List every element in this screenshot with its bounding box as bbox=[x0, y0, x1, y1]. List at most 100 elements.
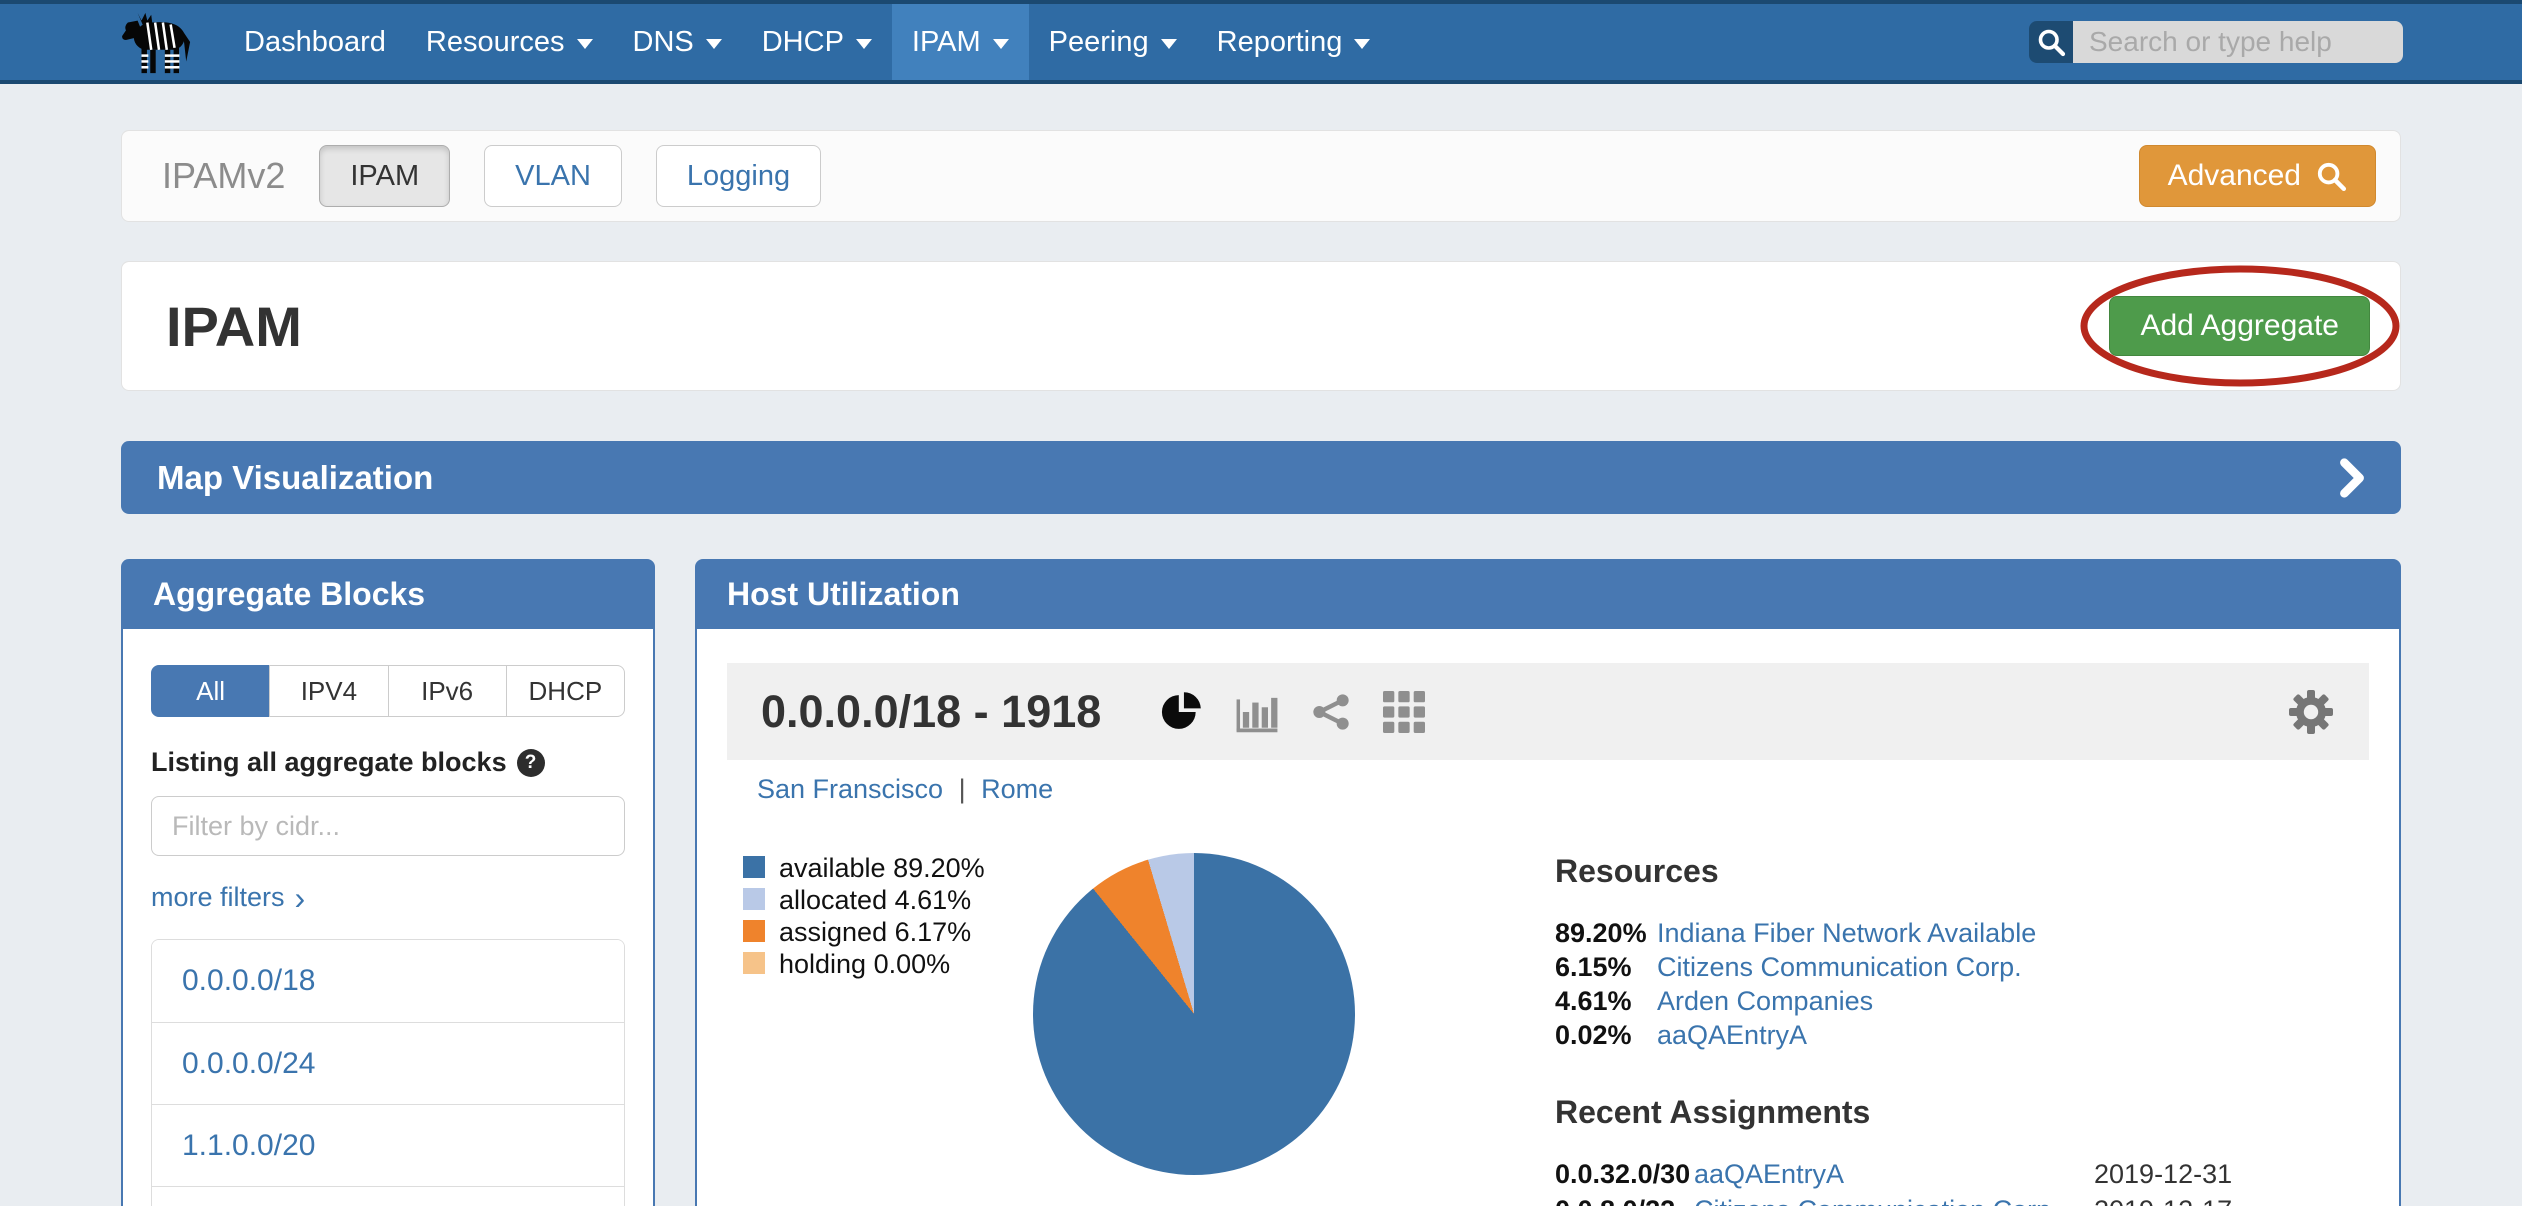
search-icon bbox=[2036, 27, 2066, 57]
block-row[interactable]: 0.0.0.0/18 bbox=[152, 940, 624, 1022]
filter-tab-ipv4[interactable]: IPV4 bbox=[269, 665, 388, 717]
page-title: IPAM bbox=[166, 294, 302, 359]
gear-icon[interactable] bbox=[2287, 688, 2335, 736]
search-input[interactable] bbox=[2073, 21, 2403, 63]
more-filters-label: more filters bbox=[151, 882, 285, 913]
block-link[interactable]: 0.0.0.0/18 bbox=[182, 964, 315, 998]
location-separator: | bbox=[959, 774, 966, 804]
assignment-link[interactable]: Citizens Communication Corp. bbox=[1694, 1195, 2094, 1206]
resources-column: Resources 89.20% Indiana Fiber Network A… bbox=[1555, 853, 2315, 1206]
pie-chart-icon[interactable] bbox=[1159, 690, 1203, 734]
resource-link[interactable]: aaQAEntryA bbox=[1657, 1020, 2315, 1051]
utilization-chart-row: available 89.20% allocated 4.61% assigne… bbox=[727, 853, 2369, 1206]
aggregate-blocks-list: 0.0.0.0/18 0.0.0.0/24 1.1.0.0/20 bbox=[151, 939, 625, 1206]
share-icon[interactable] bbox=[1311, 692, 1351, 732]
map-visualization-label: Map Visualization bbox=[157, 459, 433, 497]
location-link-rome[interactable]: Rome bbox=[981, 774, 1053, 804]
aggregate-blocks-panel: Aggregate Blocks All IPV4 IPv6 DHCP List… bbox=[121, 559, 655, 1206]
advanced-label: Advanced bbox=[2168, 159, 2301, 193]
block-link[interactable]: 0.0.0.0/24 bbox=[182, 1047, 315, 1081]
legend-label: allocated 4.61% bbox=[779, 885, 971, 916]
resource-row: 4.61% Arden Companies bbox=[1555, 986, 2315, 1020]
legend-label: holding 0.00% bbox=[779, 949, 950, 980]
caret-down-icon bbox=[993, 39, 1009, 49]
advanced-search-icon bbox=[2315, 160, 2347, 192]
assignment-link[interactable]: aaQAEntryA bbox=[1694, 1159, 2094, 1190]
add-aggregate-wrap: Add Aggregate bbox=[2109, 296, 2370, 356]
nav-item-ipam[interactable]: IPAM bbox=[892, 4, 1029, 80]
resource-link[interactable]: Indiana Fiber Network Available bbox=[1657, 918, 2315, 949]
resource-percent: 89.20% bbox=[1555, 918, 1657, 949]
tab-logging[interactable]: Logging bbox=[656, 145, 821, 207]
caret-down-icon bbox=[1161, 39, 1177, 49]
resource-percent: 0.02% bbox=[1555, 1020, 1657, 1051]
assignment-cidr: 0.0.32.0/30 bbox=[1555, 1159, 1694, 1190]
assignment-date: 2019-12-17 bbox=[2094, 1195, 2315, 1206]
resource-percent: 4.61% bbox=[1555, 986, 1657, 1017]
host-utilization-header: Host Utilization bbox=[695, 559, 2401, 629]
legend-item-assigned: assigned 6.17% bbox=[743, 917, 1023, 949]
pie-legend: available 89.20% allocated 4.61% assigne… bbox=[743, 853, 1023, 1206]
assignment-cidr: 0.0.8.0/22 bbox=[1555, 1195, 1694, 1206]
zebra-logo-icon bbox=[120, 7, 198, 77]
legend-swatch bbox=[743, 920, 765, 942]
caret-down-icon bbox=[577, 39, 593, 49]
resource-row: 89.20% Indiana Fiber Network Available bbox=[1555, 918, 2315, 952]
block-row[interactable]: 0.0.0.0/24 bbox=[152, 1022, 624, 1104]
block-row-clipped[interactable] bbox=[152, 1186, 624, 1206]
nav-item-peering[interactable]: Peering bbox=[1029, 4, 1197, 80]
resource-percent: 6.15% bbox=[1555, 952, 1657, 983]
listing-text: Listing all aggregate blocks bbox=[151, 747, 507, 778]
resource-link[interactable]: Citizens Communication Corp. bbox=[1657, 952, 2315, 983]
location-link-san-francisco[interactable]: San Franscisco bbox=[757, 774, 943, 804]
aggregate-blocks-title: Aggregate Blocks bbox=[153, 576, 425, 613]
resource-link[interactable]: Arden Companies bbox=[1657, 986, 2315, 1017]
search-button[interactable] bbox=[2029, 21, 2073, 63]
nav-item-dns[interactable]: DNS bbox=[613, 4, 742, 80]
app-logo[interactable] bbox=[120, 4, 198, 80]
recent-assignments-title: Recent Assignments bbox=[1555, 1094, 2315, 1131]
grid-icon[interactable] bbox=[1383, 691, 1425, 733]
help-icon[interactable]: ? bbox=[517, 749, 545, 777]
nav-item-resources[interactable]: Resources bbox=[406, 4, 613, 80]
block-row[interactable]: 1.1.0.0/20 bbox=[152, 1104, 624, 1186]
recent-assignment-row: 0.0.32.0/30 aaQAEntryA 2019-12-31 bbox=[1555, 1159, 2315, 1195]
nav-item-reporting[interactable]: Reporting bbox=[1197, 4, 1391, 80]
nav-item-dhcp[interactable]: DHCP bbox=[742, 4, 892, 80]
global-search bbox=[2029, 21, 2403, 63]
ipamv2-toolbar: IPAMv2 IPAM VLAN Logging Advanced bbox=[121, 130, 2401, 222]
filter-tab-ipv6[interactable]: IPv6 bbox=[388, 665, 507, 717]
nav-label: DNS bbox=[633, 26, 694, 59]
filter-tab-dhcp[interactable]: DHCP bbox=[506, 665, 625, 717]
filter-tab-all[interactable]: All bbox=[151, 665, 270, 717]
tab-ipam[interactable]: IPAM bbox=[319, 145, 450, 207]
more-filters-link[interactable]: more filters › bbox=[151, 882, 625, 913]
ipamv2-title: IPAMv2 bbox=[162, 155, 285, 197]
cidr-filter-input[interactable] bbox=[151, 796, 625, 856]
bar-chart-icon[interactable] bbox=[1235, 691, 1279, 733]
resource-row: 6.15% Citizens Communication Corp. bbox=[1555, 952, 2315, 986]
location-links: San Franscisco | Rome bbox=[757, 774, 2369, 805]
block-titlebar: 0.0.0.0/18 - 1918 bbox=[727, 663, 2369, 760]
aggregate-blocks-header: Aggregate Blocks bbox=[121, 559, 655, 629]
legend-label: available 89.20% bbox=[779, 853, 985, 884]
resource-row: 0.02% aaQAEntryA bbox=[1555, 1020, 2315, 1054]
advanced-search-button[interactable]: Advanced bbox=[2139, 145, 2376, 207]
legend-item-allocated: allocated 4.61% bbox=[743, 885, 1023, 917]
assignment-date: 2019-12-31 bbox=[2094, 1159, 2315, 1190]
resources-rows: 89.20% Indiana Fiber Network Available 6… bbox=[1555, 918, 2315, 1054]
add-aggregate-button[interactable]: Add Aggregate bbox=[2109, 296, 2370, 356]
chevron-right-icon: › bbox=[295, 888, 306, 908]
blocks-filter-tabs: All IPV4 IPv6 DHCP bbox=[151, 665, 625, 717]
block-link[interactable]: 1.1.0.0/20 bbox=[182, 1129, 315, 1163]
tab-vlan[interactable]: VLAN bbox=[484, 145, 622, 207]
map-visualization-bar[interactable]: Map Visualization bbox=[121, 441, 2401, 514]
nav-label: Peering bbox=[1049, 26, 1149, 59]
resources-title: Resources bbox=[1555, 853, 2315, 890]
caret-down-icon bbox=[706, 39, 722, 49]
host-utilization-body: 0.0.0.0/18 - 1918 bbox=[695, 629, 2401, 1206]
legend-swatch bbox=[743, 856, 765, 878]
nav-label: Dashboard bbox=[244, 26, 386, 59]
nav-item-dashboard[interactable]: Dashboard bbox=[224, 4, 406, 80]
legend-item-holding: holding 0.00% bbox=[743, 949, 1023, 981]
